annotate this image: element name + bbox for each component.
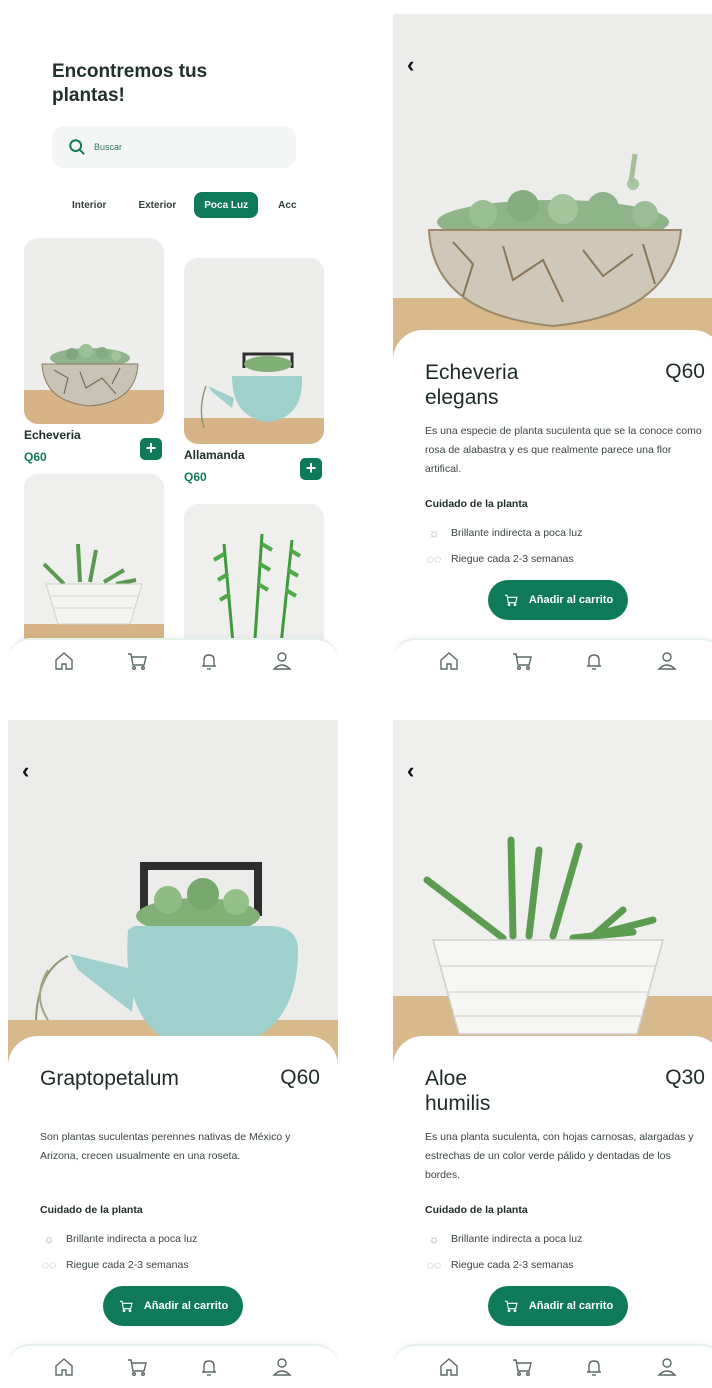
back-button[interactable]: ‹ bbox=[407, 52, 427, 78]
water-drops-icon: ◌◌ bbox=[426, 552, 442, 566]
bell-icon[interactable] bbox=[196, 648, 222, 674]
sun-icon: ☼ bbox=[428, 526, 440, 540]
care-water: ◌◌ Riegue cada 2-3 semanas bbox=[40, 1258, 189, 1272]
product-card[interactable] bbox=[24, 474, 164, 664]
cart-icon[interactable] bbox=[509, 1354, 535, 1380]
product-description: Son plantas suculentas perennes nativas … bbox=[40, 1131, 291, 1162]
water-drops-icon: ◌◌ bbox=[426, 1258, 442, 1272]
detail-screen-aloe: ‹ Aloe humilis Q30 Es una planta suculen… bbox=[393, 720, 712, 1388]
home-icon[interactable] bbox=[51, 648, 77, 674]
search-input[interactable]: Buscar bbox=[52, 126, 296, 168]
add-to-cart-button[interactable]: Añadir al carrito bbox=[488, 580, 628, 620]
product-description: Es una especie de planta suculenta que s… bbox=[425, 425, 702, 475]
product-name: Echeveria elegans bbox=[425, 360, 518, 410]
add-to-cart-button[interactable]: Añadir al carrito bbox=[488, 1286, 628, 1326]
user-icon[interactable] bbox=[269, 648, 295, 674]
product-image bbox=[393, 720, 712, 1080]
product-card-echeveria[interactable] bbox=[24, 238, 164, 424]
add-button[interactable]: + bbox=[140, 438, 162, 460]
cart-icon[interactable] bbox=[509, 648, 535, 674]
detail-sheet: Aloe humilis Q30 Es una planta suculenta… bbox=[393, 1036, 712, 1388]
tab-exterior[interactable]: Exterior bbox=[130, 192, 184, 218]
product-name-line2: humilis bbox=[425, 1092, 491, 1115]
echeveria-image bbox=[24, 238, 164, 424]
care-water-text: Riegue cada 2-3 semanas bbox=[66, 1259, 189, 1271]
cart-icon bbox=[504, 594, 518, 607]
bottom-nav bbox=[393, 1344, 712, 1388]
add-to-cart-label: Añadir al carrito bbox=[143, 1300, 229, 1312]
product-image bbox=[393, 14, 712, 374]
product-price: Q60 bbox=[280, 1066, 320, 1089]
page-title: Encontremos tus plantas! bbox=[52, 61, 208, 106]
user-icon[interactable] bbox=[654, 1354, 680, 1380]
sun-icon: ☼ bbox=[428, 1232, 440, 1246]
care-water: ◌◌ Riegue cada 2-3 semanas bbox=[425, 1258, 574, 1272]
care-light-text: Brillante indirecta a poca luz bbox=[451, 1233, 583, 1245]
care-light-text: Brillante indirecta a poca luz bbox=[66, 1233, 198, 1245]
home-screen: Encontremos tus plantas! Buscar Interior… bbox=[8, 14, 338, 682]
care-light-text: Brillante indirecta a poca luz bbox=[451, 527, 583, 539]
product-description: Es una planta suculenta, con hojas carno… bbox=[425, 1131, 694, 1181]
product-name-line1: Echeveria bbox=[425, 361, 519, 384]
product-price: Q60 bbox=[665, 360, 705, 383]
bell-icon[interactable] bbox=[581, 1354, 607, 1380]
product-name: Graptopetalum bbox=[40, 1066, 179, 1091]
bottom-nav bbox=[8, 638, 338, 682]
add-button[interactable]: + bbox=[300, 458, 322, 480]
product-name-line1: Aloe bbox=[425, 1067, 468, 1090]
product-name-line2: elegans bbox=[425, 386, 499, 409]
detail-screen-graptopetalum: ‹ Graptopetalum Q60 Son plantas suculent… bbox=[8, 720, 338, 1388]
bell-icon[interactable] bbox=[581, 648, 607, 674]
care-water: ◌◌ Riegue cada 2-3 semanas bbox=[425, 552, 574, 566]
bell-icon[interactable] bbox=[196, 1354, 222, 1380]
home-icon[interactable] bbox=[51, 1354, 77, 1380]
back-button[interactable]: ‹ bbox=[22, 758, 42, 784]
bottom-nav bbox=[393, 638, 712, 682]
tab-accesorios[interactable]: Acc bbox=[270, 192, 304, 218]
user-icon[interactable] bbox=[654, 648, 680, 674]
care-title: Cuidado de la planta bbox=[425, 498, 528, 510]
product-price: Q60 bbox=[184, 470, 207, 484]
user-icon[interactable] bbox=[269, 1354, 295, 1380]
water-drops-icon: ◌◌ bbox=[41, 1258, 57, 1272]
home-icon[interactable] bbox=[436, 1354, 462, 1380]
tab-interior[interactable]: Interior bbox=[64, 192, 114, 218]
product-name: Aloe humilis bbox=[425, 1066, 490, 1116]
care-light: ☼ Brillante indirecta a poca luz bbox=[40, 1232, 198, 1246]
category-tabs: Interior Exterior Poca Luz Acc bbox=[64, 192, 305, 218]
detail-sheet: Graptopetalum Q60 Son plantas suculentas… bbox=[8, 1036, 338, 1388]
product-name: Echeveria bbox=[24, 428, 81, 442]
product-image bbox=[8, 720, 338, 1080]
add-to-cart-label: Añadir al carrito bbox=[528, 594, 614, 606]
cart-icon bbox=[504, 1300, 518, 1313]
search-icon bbox=[69, 139, 85, 155]
product-name-line1: Graptopetalum bbox=[40, 1067, 179, 1090]
tab-poca-luz[interactable]: Poca Luz bbox=[194, 192, 259, 218]
add-to-cart-label: Añadir al carrito bbox=[528, 1300, 614, 1312]
add-to-cart-button[interactable]: Añadir al carrito bbox=[103, 1286, 243, 1326]
product-name: Allamanda bbox=[184, 448, 245, 462]
detail-screen-echeveria: ‹ Echeveria elegans Q60 Es una especie d… bbox=[393, 14, 712, 682]
care-title: Cuidado de la planta bbox=[40, 1204, 143, 1216]
home-icon[interactable] bbox=[436, 648, 462, 674]
aloe-image bbox=[24, 474, 164, 664]
product-price: Q60 bbox=[24, 450, 47, 464]
detail-sheet: Echeveria elegans Q60 Es una especie de … bbox=[393, 330, 712, 682]
allamanda-image bbox=[184, 258, 324, 444]
product-card-allamanda[interactable] bbox=[184, 258, 324, 444]
care-light: ☼ Brillante indirecta a poca luz bbox=[425, 526, 583, 540]
care-water-text: Riegue cada 2-3 semanas bbox=[451, 553, 574, 565]
care-light: ☼ Brillante indirecta a poca luz bbox=[425, 1232, 583, 1246]
cart-icon bbox=[119, 1300, 133, 1313]
sun-icon: ☼ bbox=[43, 1232, 55, 1246]
bottom-nav bbox=[8, 1344, 338, 1388]
product-price: Q30 bbox=[665, 1066, 705, 1089]
care-water-text: Riegue cada 2-3 semanas bbox=[451, 1259, 574, 1271]
care-title: Cuidado de la planta bbox=[425, 1204, 528, 1216]
cart-icon[interactable] bbox=[124, 1354, 150, 1380]
back-button[interactable]: ‹ bbox=[407, 758, 427, 784]
search-placeholder: Buscar bbox=[94, 142, 123, 152]
cart-icon[interactable] bbox=[124, 648, 150, 674]
